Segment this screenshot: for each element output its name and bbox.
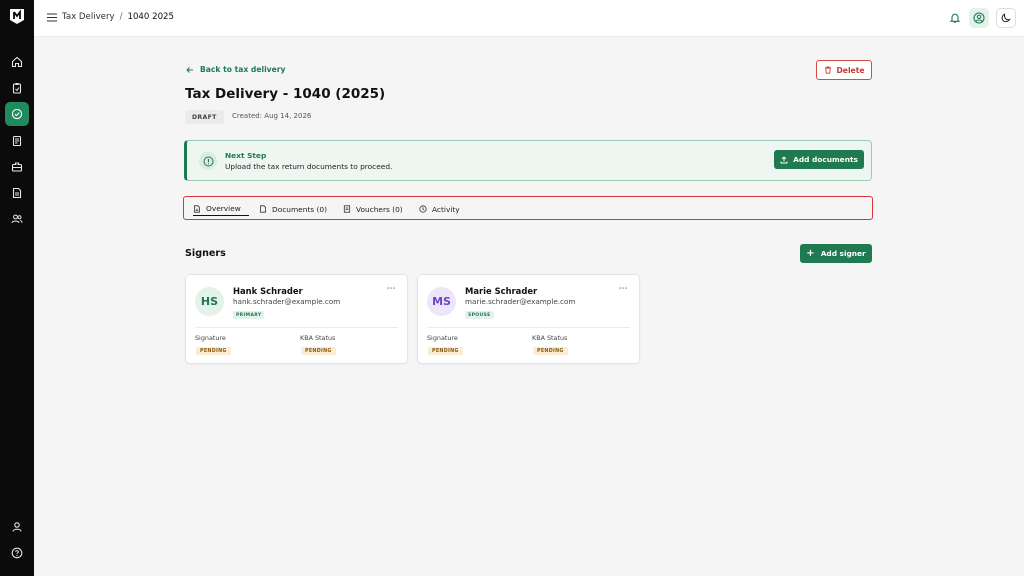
- tab-bar: Overview Documents (0) Vouchers (0) Acti…: [183, 196, 873, 220]
- receipt-icon: [343, 205, 351, 213]
- nav-receipt[interactable]: [5, 129, 29, 153]
- user-icon: [12, 522, 22, 532]
- tab-overview-label: Overview: [206, 204, 241, 213]
- tab-documents[interactable]: Documents (0): [259, 202, 327, 216]
- menu-icon[interactable]: [47, 13, 57, 22]
- back-link-label: Back to tax delivery: [200, 65, 286, 74]
- nav-home[interactable]: [5, 50, 29, 74]
- kba-status-label: KBA Status: [532, 334, 568, 342]
- breadcrumb: Tax Delivery / 1040 2025: [62, 12, 174, 22]
- help-icon: [11, 547, 23, 559]
- add-documents-label: Add documents: [793, 155, 858, 164]
- tab-activity-label: Activity: [432, 204, 460, 214]
- tab-vouchers-label: Vouchers (0): [356, 204, 403, 214]
- receipt-icon: [12, 135, 22, 147]
- nav-documents[interactable]: [5, 181, 29, 205]
- avatar: HS: [195, 287, 224, 316]
- nav-help[interactable]: [5, 541, 29, 565]
- tab-documents-label: Documents (0): [272, 204, 327, 214]
- kba-status-badge: PENDING: [301, 347, 336, 355]
- upload-icon: [780, 155, 788, 163]
- kba-status-label: KBA Status: [300, 334, 336, 342]
- plus-icon: +: [806, 247, 815, 259]
- delete-button-label: Delete: [836, 65, 865, 75]
- nav-briefcase[interactable]: [5, 155, 29, 179]
- signer-email: hank.schrader@example.com: [233, 297, 341, 306]
- nav-users[interactable]: [5, 207, 29, 231]
- add-signer-label: Add signer: [820, 249, 866, 258]
- bell-icon: [949, 13, 961, 23]
- theme-toggle-button[interactable]: [996, 8, 1016, 28]
- breadcrumb-separator: /: [119, 12, 123, 22]
- delete-button[interactable]: Delete: [816, 60, 872, 80]
- trash-icon: [824, 66, 831, 74]
- notifications-button[interactable]: [945, 8, 965, 28]
- signer-card-primary: HS Hank Schrader hank.schrader@example.c…: [185, 274, 408, 364]
- info-circle-icon: [199, 152, 217, 170]
- app-logo-icon[interactable]: [9, 8, 25, 25]
- document-icon: [194, 204, 200, 213]
- add-signer-button[interactable]: + Add signer: [800, 244, 872, 263]
- file-icon: [260, 205, 266, 213]
- created-date: Created: Aug 14, 2026: [232, 112, 312, 120]
- signers-heading: Signers: [185, 248, 226, 259]
- next-step-title: Next Step: [225, 151, 267, 160]
- add-documents-button[interactable]: Add documents: [774, 150, 864, 169]
- check-circle-icon: [11, 108, 23, 120]
- users-icon: [11, 214, 23, 224]
- clipboard-icon: [12, 83, 22, 94]
- card-divider: [427, 327, 630, 328]
- home-icon: [11, 56, 23, 68]
- status-badge: DRAFT: [185, 110, 224, 124]
- signature-status-badge: PENDING: [428, 347, 463, 355]
- next-step-description: Upload the tax return documents to proce…: [225, 162, 393, 171]
- signature-status-badge: PENDING: [196, 347, 231, 355]
- more-options-icon[interactable]: ⋯: [619, 284, 629, 294]
- kba-status-badge: PENDING: [533, 347, 568, 355]
- user-circle-icon: [973, 12, 985, 24]
- breadcrumb-parent[interactable]: Tax Delivery: [62, 12, 115, 22]
- signer-name: Hank Schrader: [233, 286, 303, 296]
- arrow-left-icon: [186, 66, 193, 73]
- signature-label: Signature: [427, 334, 458, 342]
- nav-tax-delivery[interactable]: [5, 102, 29, 126]
- nav-clipboard[interactable]: [5, 76, 29, 100]
- page-title: Tax Delivery - 1040 (2025): [185, 86, 386, 102]
- role-badge: PRIMARY: [233, 311, 265, 319]
- signer-email: marie.schrader@example.com: [465, 297, 576, 306]
- next-step-banner: Next Step Upload the tax return document…: [184, 140, 872, 181]
- tab-overview[interactable]: Overview: [193, 202, 249, 216]
- top-bar: Tax Delivery / 1040 2025: [34, 0, 1024, 37]
- clock-icon: [419, 205, 427, 213]
- moon-icon: [1001, 13, 1011, 23]
- tab-vouchers[interactable]: Vouchers (0): [343, 202, 403, 216]
- briefcase-icon: [11, 162, 23, 172]
- tab-activity[interactable]: Activity: [419, 202, 460, 216]
- nav-profile[interactable]: [5, 515, 29, 539]
- signature-label: Signature: [195, 334, 226, 342]
- card-divider: [195, 327, 398, 328]
- signer-name: Marie Schrader: [465, 286, 538, 296]
- signer-card-spouse: MS Marie Schrader marie.schrader@example…: [417, 274, 640, 364]
- back-to-tax-delivery-link[interactable]: Back to tax delivery: [186, 65, 285, 74]
- account-button[interactable]: [969, 8, 989, 28]
- avatar: MS: [427, 287, 456, 316]
- side-rail: [0, 0, 34, 576]
- role-badge: SPOUSE: [465, 311, 494, 319]
- more-options-icon[interactable]: ⋯: [387, 284, 397, 294]
- document-icon: [12, 187, 22, 199]
- breadcrumb-current: 1040 2025: [127, 12, 174, 22]
